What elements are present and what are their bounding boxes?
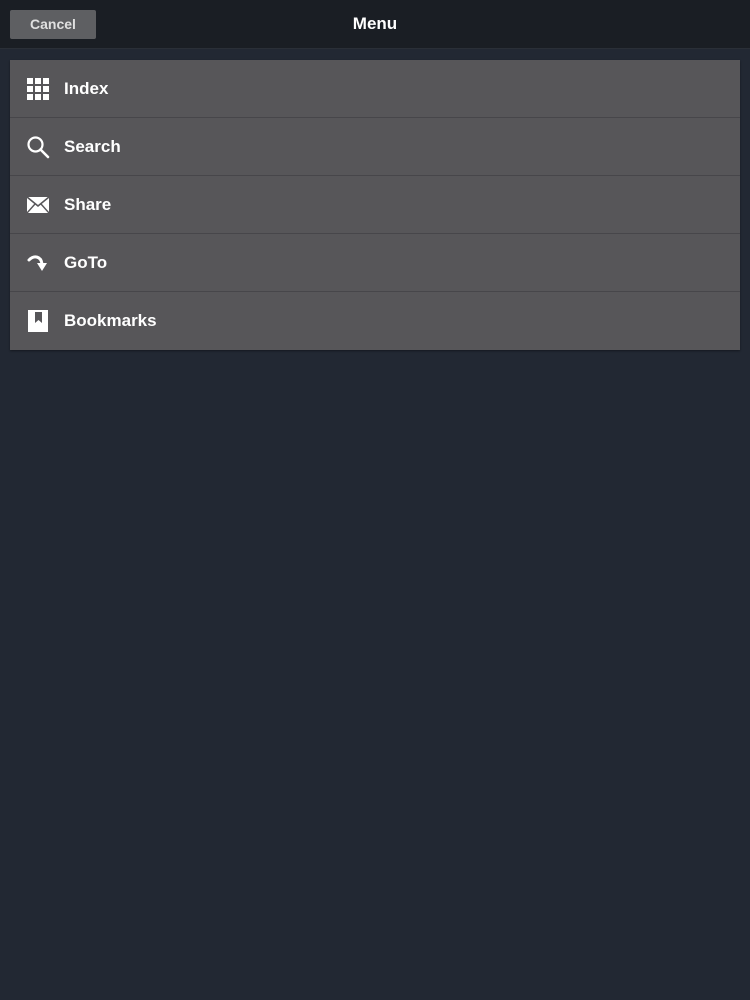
menu-item-bookmarks[interactable]: Bookmarks xyxy=(10,292,740,350)
cancel-button[interactable]: Cancel xyxy=(10,10,96,39)
bookmark-icon xyxy=(26,309,50,333)
menu-item-label: Bookmarks xyxy=(64,311,157,330)
menu-item-goto[interactable]: GoTo xyxy=(10,234,740,292)
grid-icon xyxy=(26,77,50,101)
menu-list: Index Search Share GoTo Bookmarks xyxy=(10,60,740,350)
menu-item-search[interactable]: Search xyxy=(10,118,740,176)
menu-item-label: Search xyxy=(64,136,121,156)
menu-item-label: Index xyxy=(64,78,109,98)
navigation-bar: Cancel Menu xyxy=(0,0,750,49)
page-title: Menu xyxy=(352,14,398,33)
search-icon xyxy=(26,135,50,159)
menu-item-label: GoTo xyxy=(64,252,108,272)
goto-arrow-icon xyxy=(26,251,50,275)
envelope-icon xyxy=(26,193,50,217)
menu-item-label: Share xyxy=(64,194,112,214)
menu-item-index[interactable]: Index xyxy=(10,60,740,118)
menu-item-share[interactable]: Share xyxy=(10,176,740,234)
